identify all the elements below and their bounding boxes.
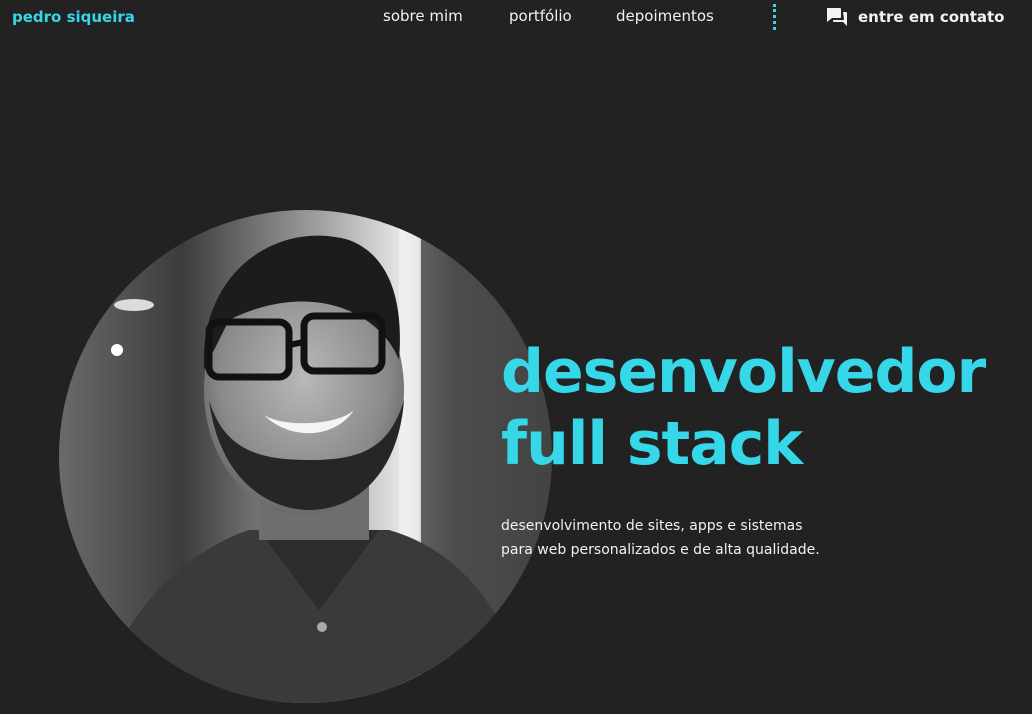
hero-title-line-2: full stack	[501, 409, 803, 479]
chat-bubbles-icon	[827, 8, 847, 26]
profile-photo	[59, 210, 552, 703]
hero-title-line-1: desenvolvedor	[501, 337, 986, 407]
brand-logo-link[interactable]: pedro siqueira	[12, 8, 135, 26]
hero-subtitle-line-1: desenvolvimento de sites, apps e sistema…	[501, 518, 803, 534]
contact-label: entre em contato	[858, 8, 1005, 26]
contact-button[interactable]: entre em contato	[826, 6, 1004, 28]
nav-link-depoimentos[interactable]: depoimentos	[616, 7, 714, 25]
hero-title: desenvolvedor full stack	[501, 336, 986, 480]
nav-divider	[773, 4, 776, 30]
nav-link-sobre-mim[interactable]: sobre mim	[383, 7, 463, 25]
hero-subtitle: desenvolvimento de sites, apps e sistema…	[501, 514, 820, 562]
hero-subtitle-line-2: para web personalizados e de alta qualid…	[501, 542, 820, 558]
nav-link-portfolio[interactable]: portfólio	[509, 7, 572, 25]
landing-page: pedro siqueira sobre mim portfólio depoi…	[0, 0, 1032, 714]
